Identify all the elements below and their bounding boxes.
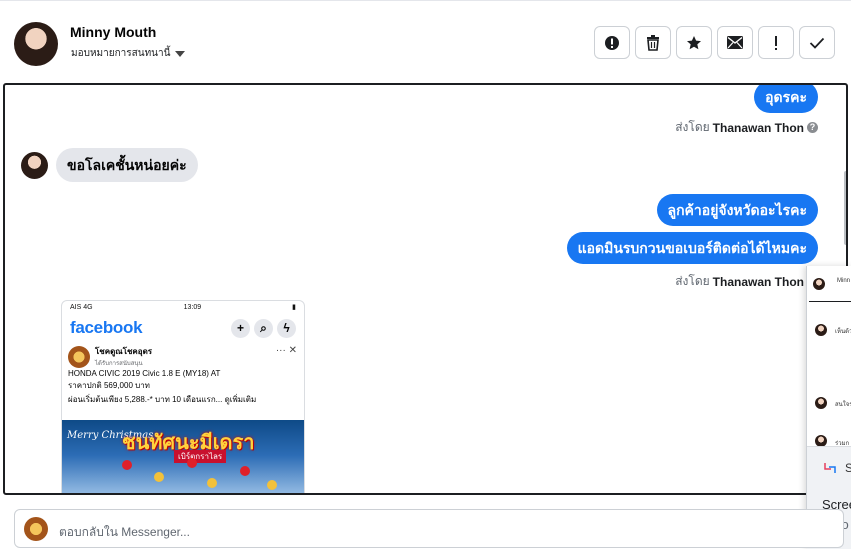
post-line: ราคาปกติ 569,000 บาท [68,381,150,390]
mark-done-button[interactable] [799,26,835,59]
delete-button[interactable] [635,26,671,59]
mark-spam-button[interactable] [594,26,630,59]
panel-avatar [813,278,825,290]
messenger-icon: ϟ [277,318,296,338]
facebook-app-bar: facebook + ⌕ ϟ [62,315,304,341]
reply-input[interactable]: ตอบกลับใน Messenger... [59,523,190,542]
assign-label: มอบหมายการสนทนานี้ [71,48,171,59]
outgoing-message[interactable]: ลูกค้าอยู่จังหวัดอะไรคะ [656,194,818,226]
sender-name[interactable]: Thanawan Thon [713,121,804,135]
sponsored-label: ได้รับการสนับสนุน [95,361,143,367]
reply-composer[interactable]: ตอบกลับใน Messenger... [14,509,844,548]
incoming-message[interactable]: ขอโลเคชั้นหน่อยค่ะ [56,148,198,182]
contact-avatar-small[interactable] [21,152,48,179]
ornament-icon [187,458,197,468]
ornament-icon [154,472,164,482]
assign-conversation-dropdown[interactable]: มอบหมายการสนทนานี้ [71,46,186,61]
page-avatar [68,345,90,368]
phone-status-bar: AIS 4G 13:09 ▮ [62,301,304,315]
ornament-icon [267,480,277,490]
sent-by-label: ส่งโดย Thanawan Thon ? [675,272,818,291]
alert-circle-icon [605,35,619,50]
page-name: โชคดูณโชคอุดร [95,347,153,356]
search-icon: ⌕ [254,318,273,338]
message-thread[interactable]: อุดรคะ ส่งโดย Thanawan Thon ? ขอโลเคชั้น… [3,83,848,495]
panel-avatar [815,324,827,336]
screenshot-tool-icon [823,461,837,475]
ad-image: Merry Christmas ชนทัศนะมีเดรา เบิร์ตกราไ… [62,420,304,493]
panel-divider [809,301,851,302]
attached-screenshot[interactable]: AIS 4G 13:09 ▮ facebook + ⌕ ϟ โชคดูณโชคอ… [61,300,305,493]
star-button[interactable] [676,26,712,59]
status-carrier: AIS 4G [70,304,93,311]
sender-name[interactable]: Thanawan Thon [713,275,804,289]
mark-unread-button[interactable] [717,26,753,59]
panel-item[interactable]: สนใจร [835,399,851,409]
ornament-icon [122,460,132,470]
panel-item[interactable]: Minn [837,278,850,284]
outgoing-message[interactable]: อุดรคะ [754,85,818,113]
post-line: HONDA CIVIC 2019 Civic 1.8 E (MY18) AT [68,369,221,378]
contact-avatar[interactable] [14,22,58,66]
exclamation-icon [775,35,777,50]
outgoing-message[interactable]: แอดมินรบกวนขอเบอร์ติดต่อได้ไหมคะ [566,232,818,264]
plus-icon: + [231,318,250,338]
sent-by-prefix: ส่งโดย [675,120,710,134]
facebook-logo: facebook [70,318,143,337]
page-avatar [24,517,48,541]
panel-avatar [815,397,827,409]
sent-by-prefix: ส่งโดย [675,274,710,288]
post-header: โชคดูณโชคอุดร ได้รับการสนับสนุน ··· ✕ [62,341,304,368]
ornament-icon [207,478,217,488]
panel-item[interactable]: เห็นด้วย [835,326,851,336]
trash-icon [647,34,659,51]
question-icon[interactable]: ? [807,122,818,133]
ad-banner-sub: เบิร์ตกราไลร [174,450,227,463]
checkmark-icon [809,37,825,49]
status-time: 13:09 [183,304,202,311]
panel-card-title: S [845,461,851,475]
battery-icon: ▮ [292,304,296,311]
thread-scrollbar[interactable] [844,171,846,245]
conversation-header: Minny Mouth มอบหมายการสนทนานี้ [0,0,851,85]
contact-name[interactable]: Minny Mouth [70,24,156,40]
envelope-icon [727,36,743,49]
follow-up-button[interactable] [758,26,794,59]
caret-down-icon [175,50,186,57]
overlay-panel[interactable]: Minn เห็นด้วย สนใจร ร่วมก S Scree Auto [806,266,851,549]
sent-by-label: ส่งโดย Thanawan Thon ? [675,118,818,137]
more-close-icons: ··· ✕ [275,345,297,356]
ornament-icon [240,466,250,476]
conversation-toolbar [594,26,835,59]
star-icon [687,35,701,49]
post-line: ผ่อนเริ่มต้นเพียง 5,288.-* บาท 10 เดือนแ… [68,395,257,404]
